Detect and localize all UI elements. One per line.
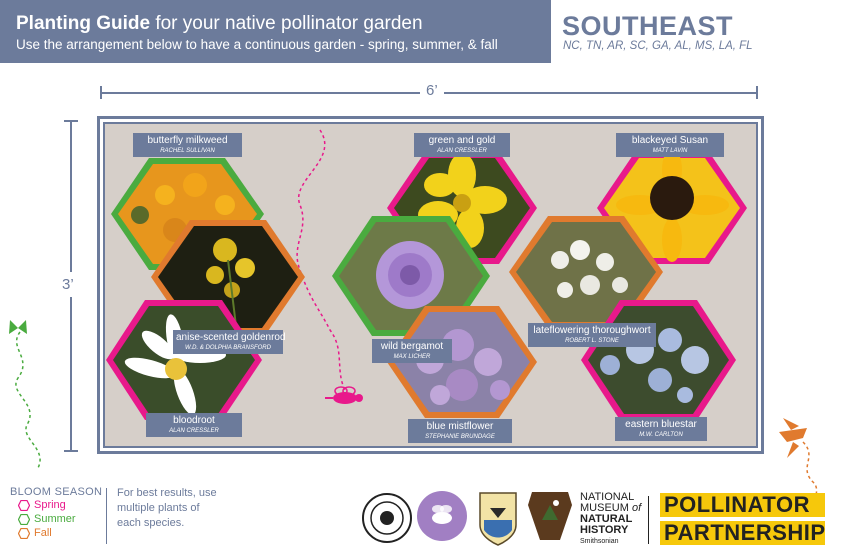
hexagon-icon: [18, 499, 30, 511]
museum-line: Smithsonian: [580, 538, 619, 545]
plant-name: wild bergamot: [380, 341, 444, 352]
plant-name: bloodroot: [173, 415, 215, 426]
hexagon-icon: [18, 527, 30, 539]
legend-item-summer: Summer: [10, 512, 102, 526]
plant-label: bloodroot ALAN CRESSLER: [146, 413, 242, 437]
legend-divider: [106, 488, 107, 544]
photo-credit: M.W. CARLTON: [639, 432, 683, 438]
bloom-season-legend: BLOOM SEASON Spring Summer Fall: [10, 486, 102, 540]
museum-logo-text: NATIONAL MUSEUM of NATURAL HISTORY Smith…: [580, 492, 641, 547]
plant-name: blue mistflower: [426, 421, 494, 432]
bee-flight-path: [296, 129, 346, 391]
pollinator-partnership-logo: POLLINATOR PARTNERSHIP: [660, 493, 825, 545]
plant-name: anise-scented goldenrod: [176, 332, 286, 343]
logo-divider: [648, 496, 649, 544]
plant-label: wild bergamot MAX LICHER: [372, 339, 452, 363]
photo-credit: ROBERT L. STONE: [565, 338, 619, 344]
pp-line-2: PARTNERSHIP: [660, 521, 825, 545]
plant-label: butterfly milkweed RACHEL SULLIVAN: [133, 133, 242, 157]
plant-label: blue mistflower STEPHANIE BRUNDAGE: [408, 419, 512, 443]
plant-name: butterfly milkweed: [147, 135, 228, 146]
photo-credit: W.D. & DOLPHIA BRANSFORD: [185, 345, 271, 351]
legend-label: Summer: [34, 513, 76, 525]
butterfly-illustration: [9, 320, 41, 469]
photo-credit: MAX LICHER: [393, 354, 431, 360]
pp-line-1: POLLINATOR: [660, 493, 825, 517]
legend-label: Fall: [34, 527, 52, 539]
photo-credit: STEPHANIE BRUNDAGE: [425, 434, 495, 440]
legend-item-spring: Spring: [10, 498, 102, 512]
plant-label: blackeyed Susan MATT LAVIN: [616, 133, 724, 157]
photo-credit: MATT LAVIN: [652, 148, 688, 154]
plant-label: lateflowering thoroughwort ROBERT L. STO…: [528, 323, 656, 347]
museum-of: of: [631, 502, 642, 514]
photo-credit: ALAN CRESSLER: [437, 148, 487, 154]
plant-name: lateflowering thoroughwort: [533, 325, 651, 336]
museum-line: HISTORY: [580, 524, 629, 536]
plant-label: green and gold ALAN CRESSLER: [414, 133, 510, 157]
legend-label: Spring: [34, 499, 66, 511]
photo-credit: RACHEL SULLIVAN: [160, 148, 215, 154]
photo-credit: ALAN CRESSLER: [169, 428, 219, 434]
plant-label: anise-scented goldenrod W.D. & DOLPHIA B…: [173, 330, 286, 354]
legend-item-fall: Fall: [10, 526, 102, 540]
plant-name: blackeyed Susan: [631, 135, 709, 146]
plant-name: eastern bluestar: [625, 419, 697, 430]
plant-label: eastern bluestar M.W. CARLTON: [615, 417, 707, 441]
bee-illustration: [325, 386, 363, 404]
planting-tip: For best results, use multiple plants of…: [117, 487, 217, 529]
plant-arrangement: [9, 129, 819, 513]
hexagon-icon: [18, 513, 30, 525]
plant-name: green and gold: [428, 135, 496, 146]
legend-title: BLOOM SEASON: [10, 486, 103, 498]
